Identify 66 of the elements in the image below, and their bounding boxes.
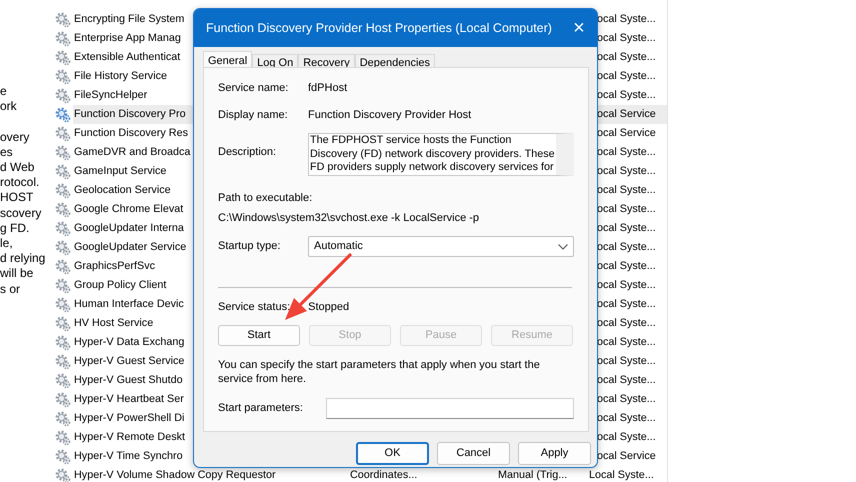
field-label: Display name: (218, 108, 289, 122)
service-name: Hyper-V Remote Deskt (73, 430, 186, 445)
log-on-account: ocal Syste... (596, 335, 656, 350)
log-on-account: ocal Syste... (596, 202, 656, 218)
log-on-account: Local Syste... (588, 468, 654, 482)
service-name: Hyper-V Volume Shadow Copy Requestor (73, 468, 276, 482)
service-name: Hyper-V Guest Shutdo (73, 373, 184, 388)
startup-type: Manual (Trig... (498, 468, 568, 482)
service-name: HV Host Service (73, 316, 154, 331)
service-name: Hyper-V Guest Service (73, 354, 186, 369)
log-on-account: ocal Syste... (596, 240, 656, 256)
service-name: Hyper-V Heartbeat Ser (73, 392, 185, 407)
service-name: Extensible Authenticat (73, 50, 182, 65)
log-on-account: ocal Syste... (596, 430, 656, 446)
log-on-account: ocal Syste... (596, 183, 656, 198)
field-value: fdPHost (308, 81, 348, 96)
service-name: Hyper-V Data Exchang (73, 335, 186, 350)
status-value: Stopped (308, 300, 350, 315)
field-value: Function Discovery Provider Host (308, 108, 472, 122)
log-on-account: ocal Syste... (596, 221, 656, 236)
log-on-account: ocal Syste... (596, 316, 656, 332)
log-on-account: ocal Service (596, 107, 656, 122)
service-name: GameDVR and Broadca (73, 145, 191, 160)
service-name: FileSyncHelper (73, 88, 148, 103)
service-name: Enterprise App Manag (73, 31, 182, 46)
field-label: Service name: (218, 81, 290, 96)
description-text: e ork overy es d Web rotocol. HOST scovery g FD. le, d relying will be s or (0, 84, 46, 297)
service-description: Coordinates... (350, 468, 418, 482)
field-label: Startup type: (218, 239, 282, 254)
hint-text: You can specify the start parameters that apply when you start the service from here. (218, 358, 541, 386)
log-on-account: ocal Syste... (596, 88, 656, 104)
log-on-account: ocal Syste... (596, 50, 656, 66)
service-name: Group Policy Client (73, 278, 168, 293)
service-name: GraphicsPerfSvc (73, 259, 156, 274)
field-label: Description: (218, 145, 278, 160)
log-on-account: ocal Syste... (596, 354, 656, 370)
log-on-account: ocal Syste... (596, 164, 656, 180)
window-title: Function Discovery Provider Host Properties (Local Computer) (206, 20, 553, 37)
service-name: Hyper-V PowerShell Di (73, 411, 186, 426)
log-on-account: ocal Syste... (596, 12, 656, 28)
field-label: Path to executable: (218, 191, 314, 206)
service-name: Human Interface Devic (73, 297, 185, 312)
log-on-account: ocal Syste... (596, 278, 656, 294)
service-name: Function Discovery Pro (73, 105, 191, 124)
log-on-account: ocal Service (596, 449, 656, 464)
service-name: Function Discovery Res (73, 126, 190, 141)
field-label: Service status: (218, 300, 290, 315)
field-label: Start parameters: (218, 400, 304, 416)
log-on-account: ocal Syste... (596, 145, 656, 160)
log-on-account: ocal Syste... (596, 31, 656, 46)
service-name: GoogleUpdater Interna (73, 221, 185, 236)
log-on-account: ocal Service (596, 126, 656, 142)
service-name: File History Service (73, 69, 168, 84)
service-name: GameInput Service (73, 164, 168, 179)
service-name: Encrypting File System (73, 12, 186, 27)
log-on-account: ocal Syste... (596, 297, 656, 312)
service-name: Google Chrome Elevat (73, 202, 184, 217)
service-name: GoogleUpdater Service (73, 240, 188, 255)
log-on-account: ocal Syste... (596, 392, 656, 408)
log-on-account: ocal Syste... (596, 259, 656, 274)
log-on-account: ocal Syste... (596, 411, 656, 426)
log-on-account: ocal Syste... (596, 373, 656, 388)
service-name: Hyper-V Time Synchro (73, 449, 184, 464)
service-name: Geolocation Service (73, 183, 172, 198)
log-on-account: ocal Syste... (596, 69, 656, 84)
path-value: C:\Windows\system32\svchost.exe -k LocalService -p (218, 210, 480, 226)
